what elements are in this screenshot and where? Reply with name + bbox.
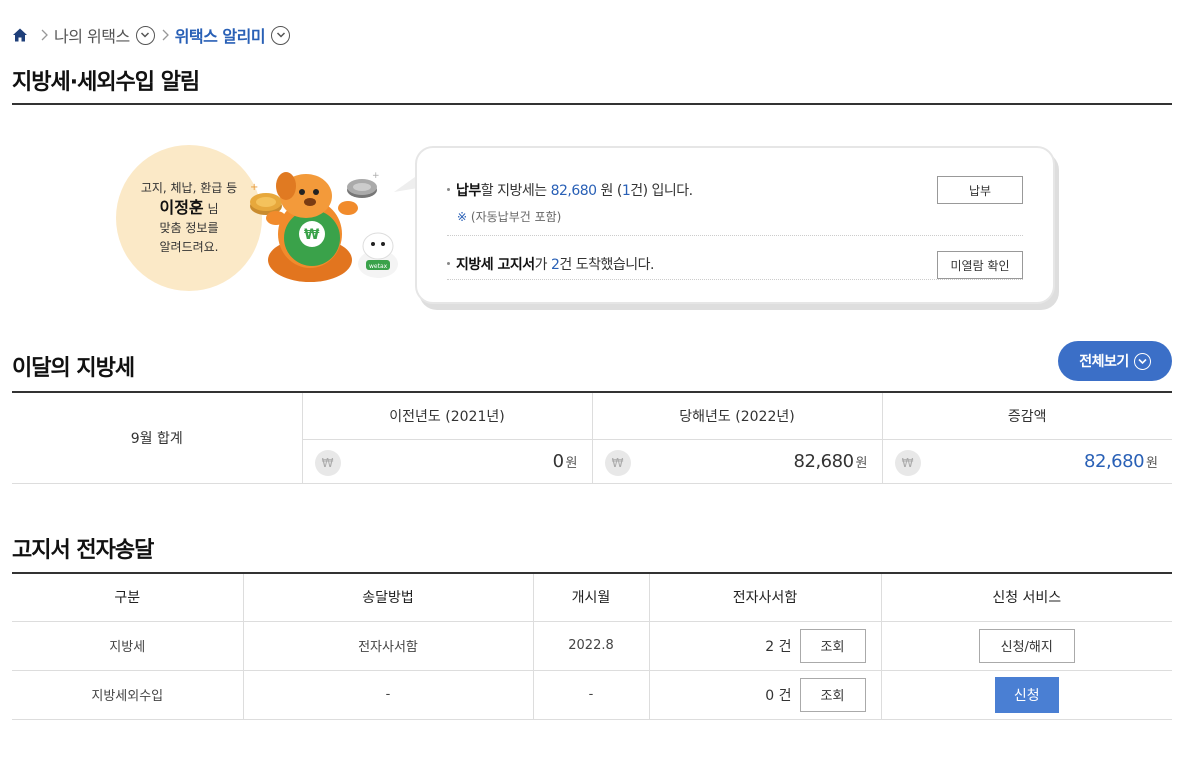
mascot-illustration: + + ₩ wetax — [250, 171, 398, 282]
view-all-button[interactable]: 전체보기 — [1058, 341, 1172, 381]
current-year-amount: 82,680 — [793, 450, 854, 472]
column-header: 구분 — [12, 573, 243, 622]
column-header: 송달방법 — [242, 573, 533, 622]
change-cell: ₩82,680 원 — [881, 439, 1172, 484]
breadcrumb-item-wetax-alimi[interactable]: 위택스 알리미 — [175, 23, 291, 47]
prev-year-cell: ₩0 원 — [301, 439, 592, 484]
svg-text:₩: ₩ — [304, 227, 320, 243]
svg-text:wetax: wetax — [369, 263, 388, 270]
apply-button[interactable]: 신청 — [994, 676, 1059, 713]
user-name: 이정훈 — [159, 198, 204, 217]
query-button[interactable]: 조회 — [799, 677, 866, 712]
prev-year-amount: 0 — [552, 450, 564, 472]
svg-text:+: + — [372, 171, 380, 181]
pay-button[interactable]: 납부 — [937, 176, 1023, 204]
svg-text:+: + — [250, 182, 258, 193]
chevron-right-icon — [41, 29, 48, 41]
check-unread-button[interactable]: 미열람 확인 — [937, 251, 1023, 279]
change-amount: 82,680 — [1084, 450, 1145, 472]
column-header: 증감액 — [881, 392, 1172, 440]
apply-cancel-button[interactable]: 신청/해지 — [978, 628, 1075, 663]
auto-payment-note: ※ (자동납부건 포함) — [457, 210, 562, 224]
chevron-down-icon[interactable] — [135, 25, 155, 45]
month-total-label: 9월 합계 — [12, 392, 302, 484]
month-section-title: 이달의 지방세 — [12, 356, 135, 381]
table-row: 지방세외수입 - - 0 건 조회 신청 — [12, 670, 1172, 720]
chevron-down-icon — [1133, 352, 1151, 370]
payment-amount: 82,680 — [550, 183, 598, 199]
payment-notice-row: 납부할 지방세는 82,680 원 (1건) 입니다. ※ (자동납부건 포함)… — [447, 170, 1023, 236]
column-header: 당해년도 (2022년) — [591, 392, 882, 440]
delivery-section-title: 고지서 전자송달 — [12, 538, 154, 563]
payment-count: 1 — [621, 183, 631, 199]
monthly-tax-table: 9월 합계 이전년도 (2021년) 당해년도 (2022년) 증감액 ₩0 원 … — [12, 391, 1172, 484]
column-header: 전자사서함 — [648, 573, 881, 622]
won-icon: ₩ — [604, 449, 631, 476]
query-button[interactable]: 조회 — [799, 628, 866, 663]
won-icon: ₩ — [894, 449, 921, 476]
bill-notice-row: 지방세 고지서가 2건 도착했습니다. 미열람 확인 — [447, 242, 1023, 280]
delivery-table: 구분 송달방법 개시월 전자사서함 신청 서비스 지방세 전자사서함 2022.… — [12, 572, 1172, 720]
breadcrumb-item-my-wetax[interactable]: 나의 위택스 — [54, 23, 155, 47]
title-divider — [12, 103, 1172, 105]
breadcrumb: 나의 위택스 위택스 알리미 — [12, 23, 291, 47]
user-greeting-circle: 고지, 체납, 환급 등 이정훈 님 맞춤 정보를 알려드려요. — [116, 145, 262, 291]
chevron-right-icon — [162, 29, 169, 41]
current-year-cell: ₩82,680 원 — [591, 439, 882, 484]
home-icon[interactable] — [12, 27, 28, 43]
table-row: 지방세 전자사서함 2022.8 2 건 조회 신청/해지 — [12, 621, 1172, 671]
chevron-down-icon[interactable] — [271, 25, 291, 45]
column-header: 개시월 — [532, 573, 649, 622]
page-title: 지방세·세외수입 알림 — [12, 70, 200, 95]
column-header: 신청 서비스 — [880, 573, 1172, 622]
column-header: 이전년도 (2021년) — [301, 392, 592, 440]
notice-bubble: 납부할 지방세는 82,680 원 (1건) 입니다. ※ (자동납부건 포함)… — [415, 146, 1055, 304]
won-icon: ₩ — [314, 449, 341, 476]
